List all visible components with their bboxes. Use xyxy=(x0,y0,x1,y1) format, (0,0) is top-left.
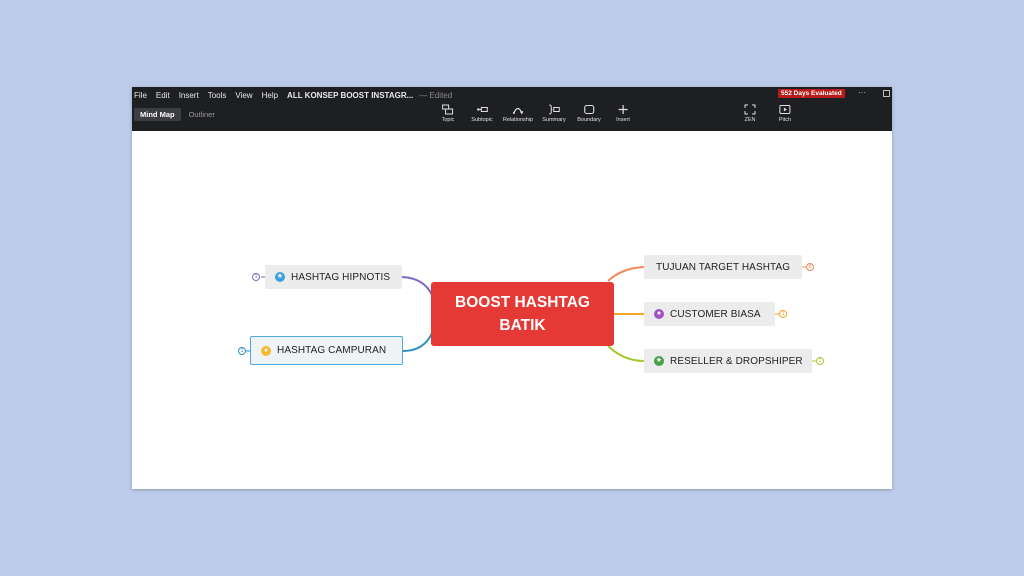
zen-label: ZEN xyxy=(744,117,756,123)
topic-tujuan-target-hashtag[interactable]: TUJUAN TARGET HASHTAG xyxy=(644,255,802,279)
relationship-icon xyxy=(513,107,524,115)
menu-tools[interactable]: Tools xyxy=(208,91,227,100)
collapse-button-hipnotis[interactable]: 1 xyxy=(252,273,260,281)
topic-hashtag-campuran[interactable]: ● HASHTAG CAMPURAN xyxy=(250,336,403,365)
collapse-button-customer[interactable]: 1 xyxy=(779,310,787,318)
collapse-button-campuran[interactable]: 1 xyxy=(238,347,246,355)
branch-campuran xyxy=(402,332,433,352)
pitch-button[interactable]: Pitch xyxy=(779,104,791,123)
star-badge-icon: ★ xyxy=(275,272,285,282)
topic-customer-biasa[interactable]: ● CUSTOMER BIASA xyxy=(644,302,775,326)
central-topic-label: BOOST HASHTAG BATIK xyxy=(455,294,590,334)
subtopic-button[interactable]: Subtopic xyxy=(471,104,493,123)
boundary-label: Boundary xyxy=(577,117,601,123)
collapse-button-tujuan[interactable]: 8 xyxy=(806,263,814,271)
menu-help[interactable]: Help xyxy=(262,91,278,100)
person-icon: ● xyxy=(654,309,664,319)
relationship-label: Relationship xyxy=(502,117,534,123)
edited-status: — Edited xyxy=(419,90,453,100)
tab-outliner[interactable]: Outliner xyxy=(183,108,221,121)
menu-file[interactable]: File xyxy=(134,91,147,100)
branch-hipnotis xyxy=(401,276,433,296)
person-icon: ● xyxy=(261,345,271,356)
topic-hashtag-hipnotis[interactable]: ★ HASHTAG HIPNOTIS xyxy=(265,265,402,289)
topic-label: TUJUAN TARGET HASHTAG xyxy=(656,261,791,273)
summary-button[interactable]: Summary xyxy=(542,104,566,123)
mind-map-canvas[interactable]: BOOST HASHTAG BATIK ★ HASHTAG HIPNOTIS 1… xyxy=(132,131,892,489)
topic-label: HASHTAG HIPNOTIS xyxy=(291,271,391,283)
topic-label: RESELLER & DROPSHIPER xyxy=(670,355,803,367)
collapse-button-reseller[interactable]: 1 xyxy=(816,357,824,365)
more-options-icon[interactable]: ··· xyxy=(858,88,866,97)
topic-label: HASHTAG CAMPURAN xyxy=(277,345,387,356)
view-tabs: Mind Map Outliner xyxy=(134,108,223,121)
summary-label: Summary xyxy=(542,117,566,123)
menu-bar: File Edit Insert Tools View Help ALL KON… xyxy=(134,89,461,101)
topic-label: CUSTOMER BIASA xyxy=(670,308,761,320)
topic-reseller-dropshiper[interactable]: ★ RESELLER & DROPSHIPER xyxy=(644,349,812,373)
play-icon xyxy=(779,105,791,114)
topic-icon xyxy=(442,104,454,115)
topic-button[interactable]: Topic xyxy=(441,104,455,123)
central-topic[interactable]: BOOST HASHTAG BATIK xyxy=(431,282,614,346)
insert-label: Insert xyxy=(616,117,630,123)
star-badge-icon: ★ xyxy=(654,356,664,366)
menu-insert[interactable]: Insert xyxy=(179,91,199,100)
pitch-label: Pitch xyxy=(778,117,792,123)
relationship-button[interactable]: Relationship xyxy=(503,104,533,123)
topic-label: Topic xyxy=(441,117,455,123)
evaluation-badge[interactable]: 552 Days Evaluated xyxy=(778,89,845,98)
menu-view[interactable]: View xyxy=(235,91,252,100)
summary-icon xyxy=(548,104,560,115)
document-title: ALL KONSEP BOOST INSTAGR... xyxy=(287,90,414,100)
fullscreen-icon xyxy=(744,104,756,115)
plus-icon xyxy=(618,105,628,114)
boundary-button[interactable]: Boundary xyxy=(577,104,601,123)
tab-mind-map[interactable]: Mind Map xyxy=(134,108,181,121)
zen-button[interactable]: ZEN xyxy=(744,104,756,123)
boundary-icon xyxy=(583,104,595,115)
menu-edit[interactable]: Edit xyxy=(156,91,170,100)
subtopic-icon xyxy=(476,107,488,112)
restore-window-icon[interactable] xyxy=(883,90,890,97)
branch-reseller xyxy=(607,345,645,362)
toolbar: File Edit Insert Tools View Help ALL KON… xyxy=(132,87,892,131)
app-window: File Edit Insert Tools View Help ALL KON… xyxy=(132,87,892,489)
insert-button[interactable]: Insert xyxy=(616,104,630,123)
branch-tujuan xyxy=(607,266,645,282)
subtopic-label: Subtopic xyxy=(471,117,493,123)
